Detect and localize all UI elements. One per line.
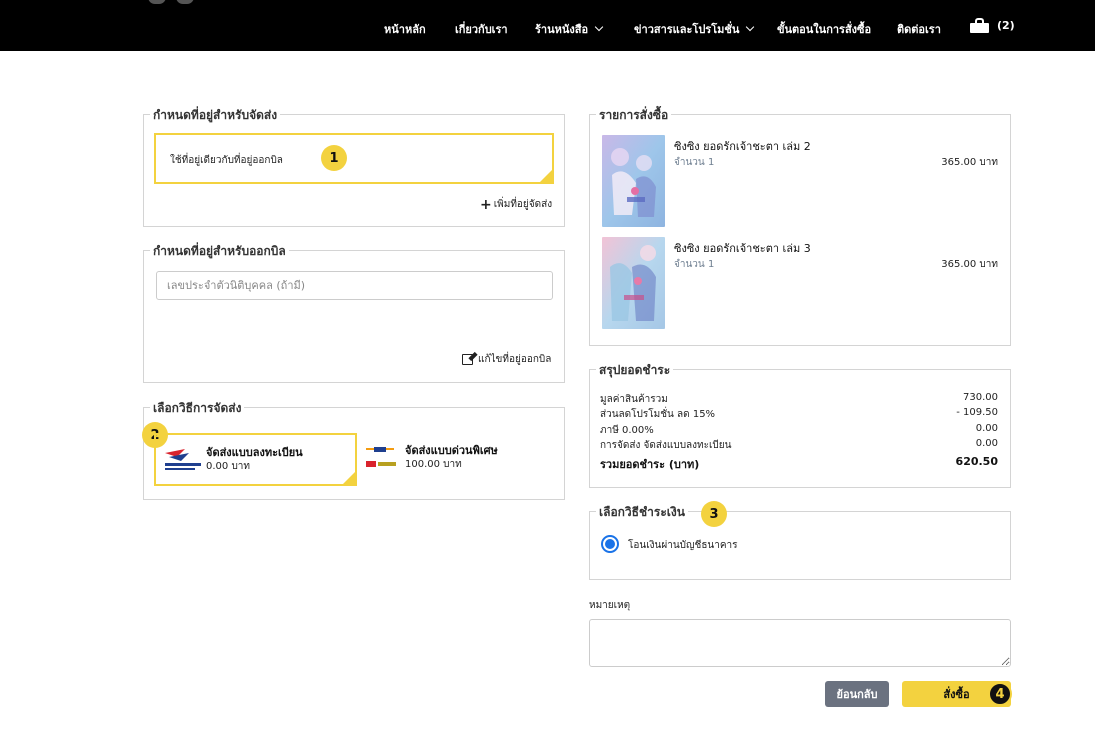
summary-total-label: รวมยอดชำระ (บาท) (600, 458, 700, 471)
summary-value: 730.00 (963, 392, 998, 403)
payment-summary-legend: สรุปยอดชำระ (596, 361, 674, 380)
back-button[interactable]: ย้อนกลับ (825, 681, 889, 707)
cart-count: (2) (997, 19, 1015, 32)
step-1-badge: 1 (321, 145, 347, 171)
payment-method-section: เลือกวิธีชำระเงิน 3 โอนเงินผ่านบัญชีธนาค… (589, 501, 1011, 580)
top-navbar: หน้าหลัก เกี่ยวกับเรา ร้านหนังสือ ข่าวสา… (0, 0, 1095, 51)
book-cover-image[interactable] (602, 237, 665, 329)
summary-value: 0.00 (975, 438, 998, 449)
payment-method-legend: เลือกวิธีชำระเงิน (596, 503, 688, 522)
nav-contact[interactable]: ติดต่อเรา (897, 20, 941, 38)
cart-button[interactable]: (2) (970, 18, 1015, 33)
chevron-down-icon (746, 22, 755, 32)
add-shipping-address-label: เพิ่มที่อยู่จัดส่ง (493, 199, 553, 210)
nav-order-steps-label: ขั้นตอนในการสั่งซื้อ (777, 23, 872, 36)
shipping-address-section: กำหนดที่อยู่สำหรับจัดส่ง ใช้ที่อยู่เดียว… (143, 106, 565, 227)
summary-row-total: รวมยอดชำระ (บาท) 620.50 (600, 455, 998, 473)
nav-about-label: เกี่ยวกับเรา (455, 23, 508, 36)
bank-transfer-label[interactable]: โอนเงินผ่านบัญชีธนาคาร (628, 538, 738, 553)
plus-icon: + (480, 196, 492, 213)
chevron-down-icon (594, 22, 604, 32)
site-logo[interactable] (148, 0, 204, 7)
selected-corner-mark (342, 471, 356, 485)
thailand-post-logo (165, 449, 201, 470)
nav-about[interactable]: เกี่ยวกับเรา (455, 20, 508, 38)
order-items-legend: รายการสั่งซื้อ (596, 106, 672, 125)
note-label: หมายเหตุ (589, 600, 631, 611)
shipping-option-registered-price: 0.00 บาท (206, 461, 250, 472)
ems-logo (366, 447, 396, 467)
book-cover-image[interactable] (602, 135, 665, 227)
shipping-method-legend: เลือกวิธีการจัดส่ง (150, 399, 245, 418)
summary-row-shipping: การจัดส่ง จัดส่งแบบลงทะเบียน 0.00 (600, 438, 998, 453)
order-item-title: ซิงซิง ยอดรักเจ้าชะตา เล่ม 2 (674, 140, 811, 153)
order-item-price: 365.00 บาท (941, 157, 998, 168)
summary-value: - 109.50 (956, 407, 998, 418)
edit-billing-address-label: แก้ไขที่อยู่ออกบิล (478, 354, 552, 365)
order-item-qty: จำนวน 1 (674, 157, 715, 168)
nav-order-steps[interactable]: ขั้นตอนในการสั่งซื้อ (777, 20, 871, 38)
shipping-option-registered[interactable]: จัดส่งแบบลงทะเบียน 0.00 บาท (154, 433, 357, 486)
nav-news-promo[interactable]: ข่าวสารและโปรโมชั่น (634, 20, 755, 38)
summary-row-tax: ภาษี 0.00% 0.00 (600, 423, 998, 438)
shipping-address-card-selected[interactable]: ใช้ที่อยู่เดียวกับที่อยู่ออกบิล 1 (154, 133, 554, 184)
step-3-badge: 3 (701, 501, 727, 527)
billing-address-legend: กำหนดที่อยู่สำหรับออกบิล (150, 242, 289, 261)
shipping-option-express-price: 100.00 บาท (405, 459, 462, 470)
nav-bookstore[interactable]: ร้านหนังสือ (535, 20, 604, 38)
order-item-qty: จำนวน 1 (674, 259, 715, 270)
nav-news-promo-label: ข่าวสารและโปรโมชั่น (634, 23, 740, 36)
order-item-price: 365.00 บาท (941, 259, 998, 270)
summary-row-subtotal: มูลค่าสินค้ารวม 730.00 (600, 392, 998, 407)
summary-label: ภาษี 0.00% (600, 425, 654, 436)
nav-contact-label: ติดต่อเรา (897, 23, 941, 36)
shipping-address-card-label: ใช้ที่อยู่เดียวกับที่อยู่ออกบิล (170, 155, 283, 166)
shopping-bag-icon (970, 18, 989, 33)
summary-total-value: 620.50 (955, 455, 998, 468)
step-4-badge: 4 (988, 682, 1012, 706)
nav-home-label: หน้าหลัก (384, 23, 426, 36)
nav-home[interactable]: หน้าหลัก (384, 20, 426, 38)
bank-transfer-radio[interactable] (601, 535, 619, 553)
summary-value: 0.00 (975, 423, 998, 434)
summary-row-discount: ส่วนลดโปรโมชั่น ลด 15% - 109.50 (600, 407, 998, 422)
summary-label: ส่วนลดโปรโมชั่น ลด 15% (600, 409, 716, 420)
summary-label: การจัดส่ง จัดส่งแบบลงทะเบียน (600, 440, 732, 451)
shipping-option-express[interactable]: จัดส่งแบบด่วนพิเศษ 100.00 บาท (362, 433, 562, 486)
selected-corner-mark (539, 169, 553, 183)
edit-icon (462, 354, 473, 365)
edit-billing-address-link[interactable]: แก้ไขที่อยู่ออกบิล (462, 352, 551, 367)
tax-id-input[interactable] (156, 271, 553, 300)
order-items-section: รายการสั่งซื้อ ซิงซิง ยอดรักเจ้าชะตา เล่… (589, 106, 1011, 346)
note-textarea[interactable] (589, 619, 1011, 667)
payment-summary-section: สรุปยอดชำระ มูลค่าสินค้ารวม 730.00 ส่วนล… (589, 361, 1011, 488)
shipping-method-section: เลือกวิธีการจัดส่ง 2 จัดส่งแบบลงทะเบียน … (142, 399, 565, 500)
summary-label: มูลค่าสินค้ารวม (600, 394, 668, 405)
shipping-address-legend: กำหนดที่อยู่สำหรับจัดส่ง (150, 106, 281, 125)
billing-address-section: กำหนดที่อยู่สำหรับออกบิล แก้ไขที่อยู่ออก… (143, 242, 565, 383)
nav-bookstore-label: ร้านหนังสือ (535, 23, 589, 36)
add-shipping-address-link[interactable]: + เพิ่มที่อยู่จัดส่ง (480, 197, 552, 212)
order-item-title: ซิงซิง ยอดรักเจ้าชะตา เล่ม 3 (674, 242, 811, 255)
